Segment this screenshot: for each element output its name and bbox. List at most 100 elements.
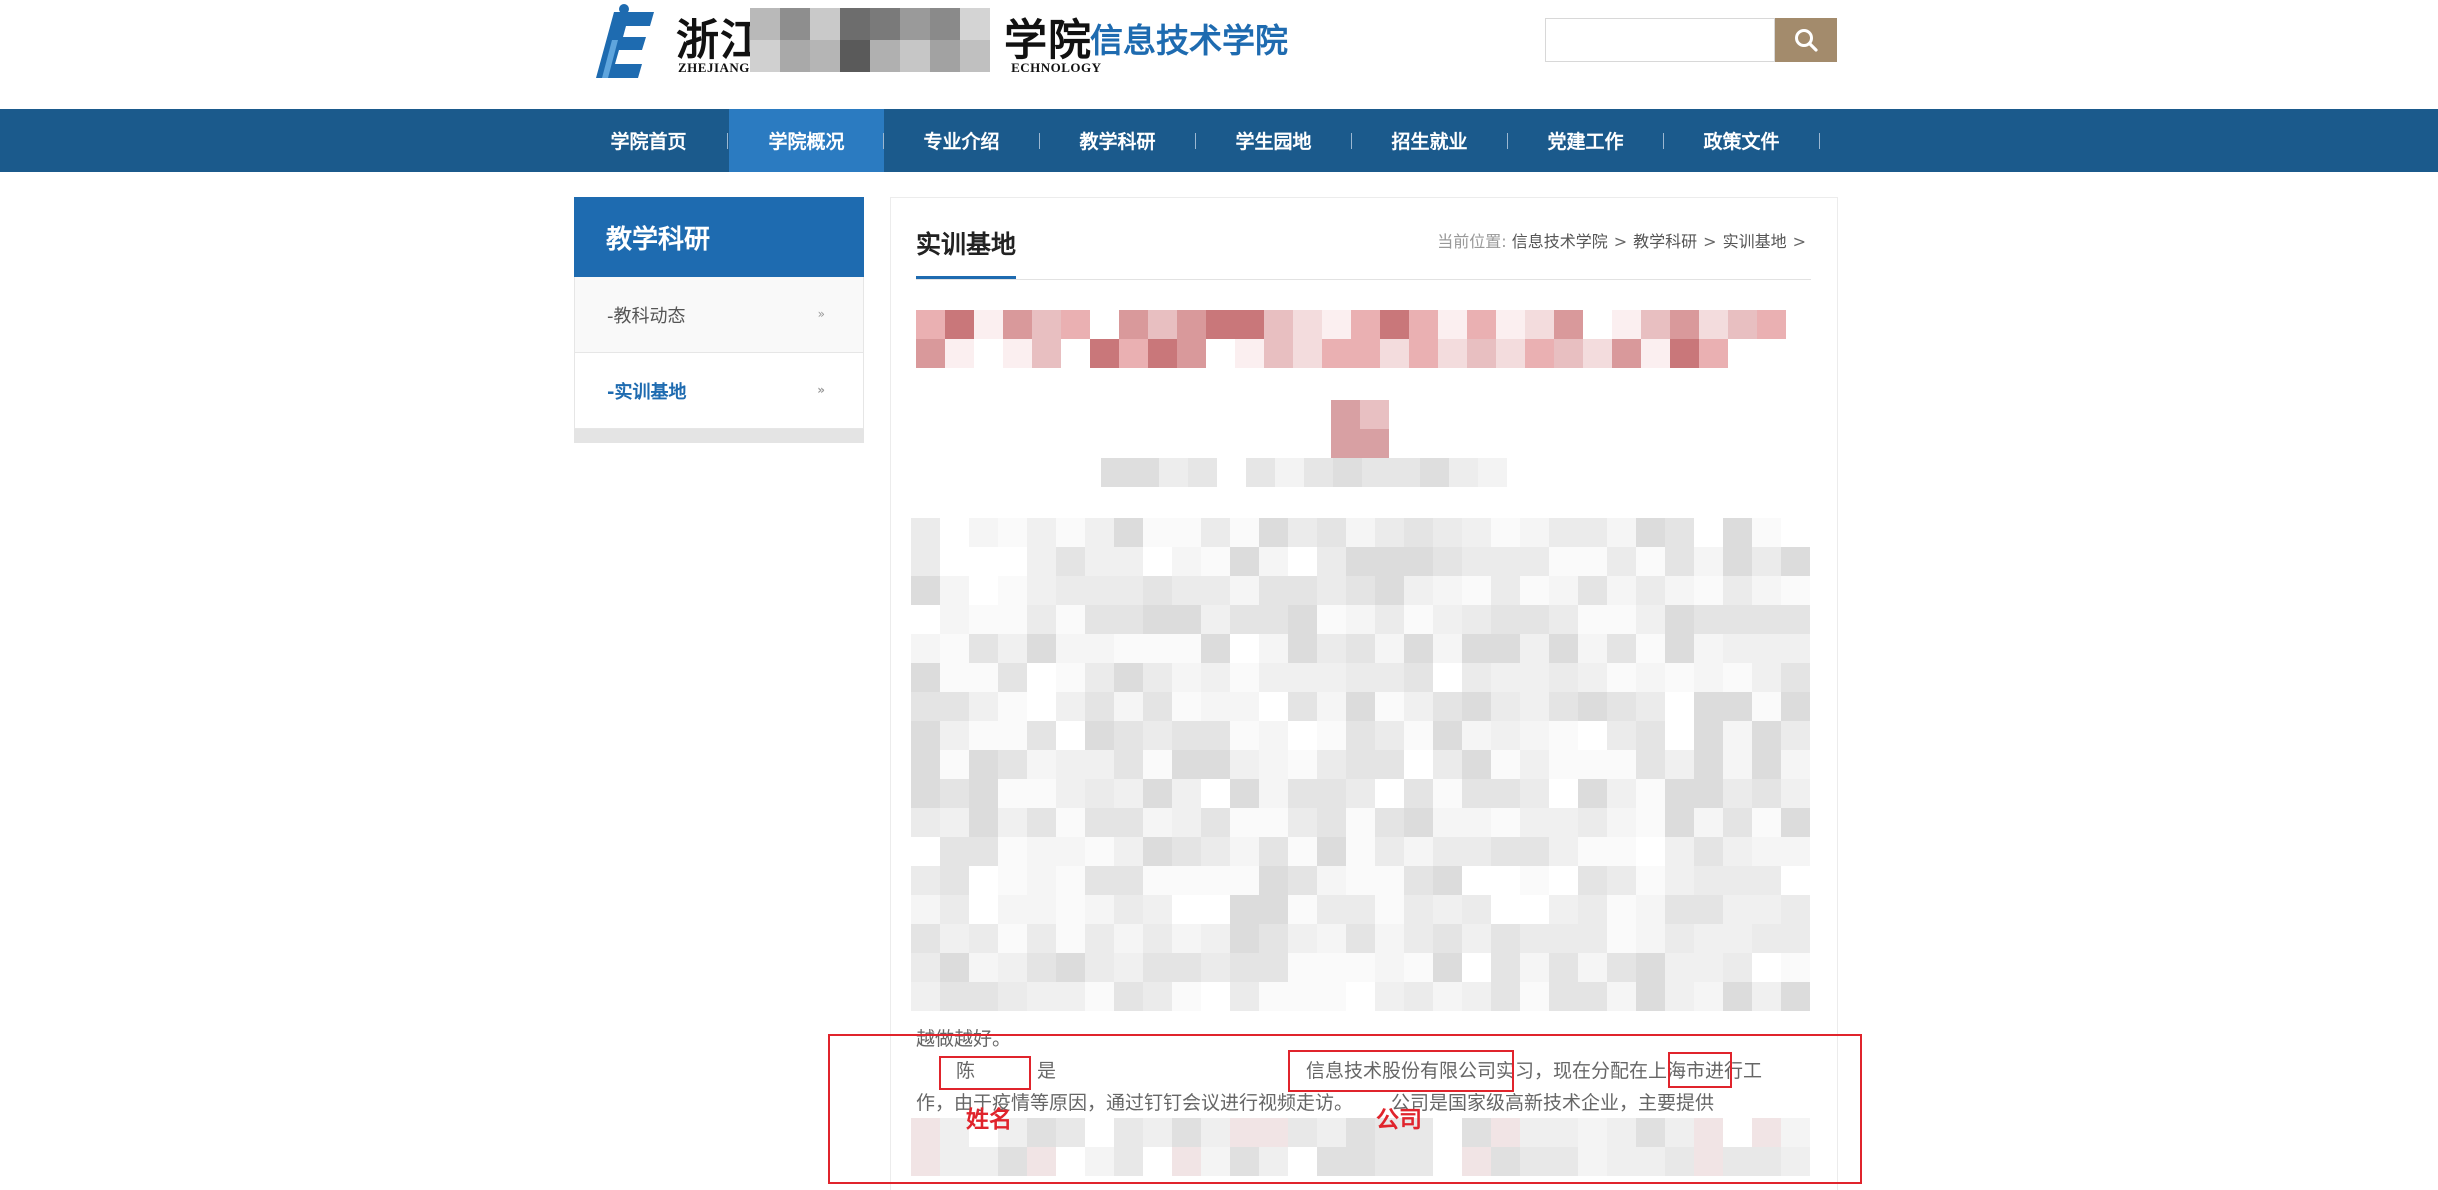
search-button[interactable]: [1775, 18, 1837, 62]
mosaic-cell: [1177, 310, 1206, 339]
mosaic-cell: [1230, 924, 1259, 953]
mosaic-cell: [1752, 895, 1781, 924]
mosaic-cell: [1056, 953, 1085, 982]
mosaic-cell: [1607, 518, 1636, 547]
breadcrumb-link[interactable]: 教学科研: [1633, 232, 1697, 251]
mosaic-cell: [1665, 750, 1694, 779]
mosaic-cell: [1404, 837, 1433, 866]
mosaic-cell: [1172, 576, 1201, 605]
mosaic-cell: [1462, 837, 1491, 866]
mosaic-cell: [1433, 576, 1462, 605]
breadcrumb-link[interactable]: 信息技术学院: [1512, 232, 1608, 251]
logo-english-right: ECHNOLOGY: [1011, 60, 1102, 75]
mosaic-cell: [1578, 692, 1607, 721]
mosaic-cell: [1404, 779, 1433, 808]
mosaic-cell: [1230, 576, 1259, 605]
nav-item-admissions[interactable]: 招生就业: [1352, 109, 1507, 172]
mosaic-cell: [1607, 576, 1636, 605]
mosaic-cell: [1781, 692, 1810, 721]
nav-item-party-building[interactable]: 党建工作: [1508, 109, 1663, 172]
mosaic-cell: [1230, 895, 1259, 924]
mosaic-cell: [1781, 721, 1810, 750]
mosaic-cell: [1317, 605, 1346, 634]
mosaic-cell: [1549, 692, 1578, 721]
mosaic-cell: [1549, 924, 1578, 953]
mosaic-cell: [1728, 310, 1757, 339]
mosaic-cell: [1201, 750, 1230, 779]
sidebar-title: 教学科研: [574, 197, 864, 277]
mosaic-cell: [1757, 310, 1786, 339]
mosaic-cell: [1636, 750, 1665, 779]
mosaic-cell: [1360, 400, 1389, 429]
nav-item-majors[interactable]: 专业介绍: [884, 109, 1039, 172]
search-icon: [1795, 29, 1818, 52]
mosaic-cell: [1694, 721, 1723, 750]
sidebar-item-training-base[interactable]: -实训基地 »: [574, 353, 864, 429]
mosaic-cell: [998, 721, 1027, 750]
mosaic-cell: [1085, 692, 1114, 721]
annotation-city-box: [1668, 1052, 1732, 1088]
mosaic-cell: [1375, 605, 1404, 634]
mosaic-cell: [1491, 721, 1520, 750]
mosaic-cell: [1056, 663, 1085, 692]
mosaic-cell: [1491, 605, 1520, 634]
mosaic-cell: [1549, 750, 1578, 779]
breadcrumb-link[interactable]: 实训基地: [1723, 232, 1787, 251]
sidebar-item-label: -教科动态: [607, 305, 686, 327]
annotation-name-box: [939, 1056, 1031, 1090]
nav-item-student-garden[interactable]: 学生园地: [1196, 109, 1351, 172]
mosaic-cell: [1317, 866, 1346, 895]
mosaic-cell: [1085, 663, 1114, 692]
mosaic-cell: [1607, 779, 1636, 808]
mosaic-cell: [1085, 518, 1114, 547]
mosaic-cell: [1723, 866, 1752, 895]
breadcrumb-prefix: 当前位置:: [1437, 232, 1507, 251]
mosaic-cell: [1172, 866, 1201, 895]
mosaic-cell: [1259, 663, 1288, 692]
mosaic-cell: [1420, 458, 1449, 487]
mosaic-cell: [1056, 837, 1085, 866]
mosaic-cell: [1520, 605, 1549, 634]
mosaic-cell: [1404, 953, 1433, 982]
nav-item-teaching-research[interactable]: 教学科研: [1040, 109, 1195, 172]
mosaic-cell: [1027, 779, 1056, 808]
mosaic-cell: [1259, 953, 1288, 982]
annotation-name-label: 姓名: [966, 1107, 1012, 1133]
mosaic-cell: [1317, 750, 1346, 779]
mosaic-cell: [1433, 605, 1462, 634]
mosaic-cell: [1462, 692, 1491, 721]
mosaic-cell: [1056, 634, 1085, 663]
mosaic-cell: [969, 953, 998, 982]
mosaic-cell: [1694, 692, 1723, 721]
mosaic-cell: [1520, 518, 1549, 547]
nav-item-overview[interactable]: 学院概况: [729, 109, 884, 172]
search-input[interactable]: [1545, 18, 1775, 62]
nav-item-home[interactable]: 学院首页: [571, 109, 726, 172]
mosaic-cell: [1288, 895, 1317, 924]
mosaic-cell: [1101, 458, 1130, 487]
mosaic-cell: [969, 634, 998, 663]
mosaic-cell: [1781, 924, 1810, 953]
mosaic-cell: [1554, 310, 1583, 339]
mosaic-cell: [1607, 837, 1636, 866]
mosaic-cell: [1607, 895, 1636, 924]
mosaic-cell: [1781, 837, 1810, 866]
mosaic-cell: [1003, 339, 1032, 368]
mosaic-cell: [1259, 750, 1288, 779]
mosaic-cell: [1375, 866, 1404, 895]
mosaic-cell: [1520, 663, 1549, 692]
mosaic-cell: [1578, 953, 1607, 982]
mosaic-cell: [1027, 866, 1056, 895]
mosaic-cell: [1612, 339, 1641, 368]
mosaic-cell: [1143, 953, 1172, 982]
college-logo[interactable]: 浙江 学院 ZHEJIANG Y ECHNOLOGY 信息技术学院: [592, 0, 1312, 84]
mosaic-cell: [1346, 663, 1375, 692]
mosaic-cell: [1085, 605, 1114, 634]
mosaic-cell: [1636, 605, 1665, 634]
mosaic-cell: [1583, 339, 1612, 368]
mosaic-cell: [1636, 895, 1665, 924]
nav-item-policy[interactable]: 政策文件: [1664, 109, 1819, 172]
annotation-company-box: [1288, 1050, 1514, 1092]
mosaic-cell: [969, 663, 998, 692]
sidebar-item-news[interactable]: -教科动态 »: [574, 277, 864, 353]
